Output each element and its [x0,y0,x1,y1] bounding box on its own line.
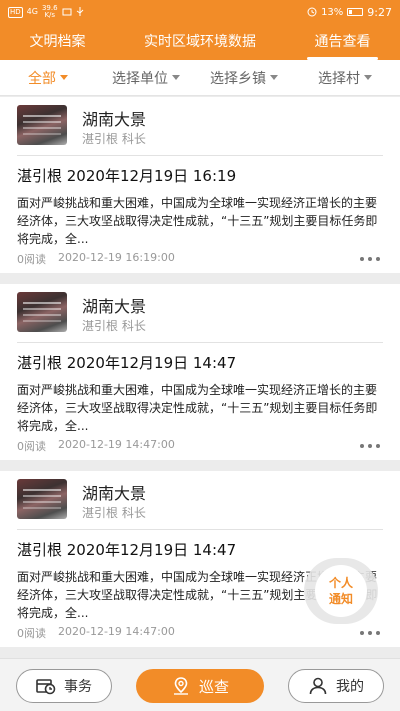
post-datetime: 2020-12-19 14:47:00 [58,438,175,451]
post-meta: 0阅读 2020-12-19 14:47:00 [17,625,175,641]
notice-card[interactable]: 湖南大景 湛引根 科长 湛引根 2020年12月19日 14:47 面对严峻挑战… [0,284,400,460]
post-author: 湛引根 科长 [82,132,146,146]
tab-archive[interactable]: 文明档案 [0,24,115,60]
chevron-down-icon [172,75,180,80]
read-count: 0阅读 [17,627,46,640]
divider [17,155,383,156]
filter-village[interactable]: 选择村 [318,68,372,88]
mine-button[interactable]: 我的 [288,669,384,703]
filter-village-label: 选择村 [318,70,360,87]
top-nav: 文明档案 实时区域环境数据 通告查看 [0,24,400,60]
post-title: 湛引根 2020年12月19日 14:47 [17,541,237,559]
personal-notice-line1: 个人 [328,576,353,590]
filter-town-label: 选择乡镇 [210,70,266,87]
post-body: 面对严峻挑战和重大困难，中国成为全球唯一实现经济正增长的主要经济体，三大攻坚战取… [17,383,378,433]
post-meta: 0阅读 2020-12-19 16:19:00 [17,251,175,267]
more-options-icon[interactable] [360,257,380,261]
filter-all[interactable]: 全部 [28,68,68,88]
filter-unit[interactable]: 选择单位 [112,68,180,88]
affairs-button[interactable]: 事务 [16,669,112,703]
clock: 9:27 [367,5,392,19]
patrol-button[interactable]: 巡查 [136,669,264,703]
calendar-clock-icon [36,679,56,695]
alarm-icon [307,7,317,17]
more-options-icon[interactable] [360,631,380,635]
post-org: 湖南大景 [82,484,147,503]
personal-notice-button[interactable]: 个人 通知 [304,558,378,624]
location-pin-icon [173,677,188,695]
network-speed: 39.6 K/s [42,5,58,19]
bottom-bar: 事务 巡查 我的 [0,658,400,711]
post-title: 湛引根 2020年12月19日 16:19 [17,167,237,185]
post-datetime: 2020-12-19 16:19:00 [58,251,175,264]
notification-icon [62,8,72,16]
mine-label: 我的 [336,679,364,695]
post-datetime: 2020-12-19 14:47:00 [58,625,175,638]
post-meta: 0阅读 2020-12-19 14:47:00 [17,438,175,454]
notice-card[interactable]: 湖南大景 湛引根 科长 湛引根 2020年12月19日 16:19 面对严峻挑战… [0,97,400,273]
post-author: 湛引根 科长 [82,319,146,333]
network-speed-unit: K/s [44,11,56,19]
tab-environment-data[interactable]: 实时区域环境数据 [115,24,285,60]
post-body: 面对严峻挑战和重大困难，中国成为全球唯一实现经济正增长的主要经济体，三大攻坚战取… [17,196,378,246]
filter-all-label: 全部 [28,70,56,87]
read-count: 0阅读 [17,253,46,266]
filter-town[interactable]: 选择乡镇 [210,68,278,88]
chevron-down-icon [364,75,372,80]
personal-notice-label: 个人 通知 [315,565,367,617]
chevron-down-icon [60,75,68,80]
affairs-label: 事务 [64,679,92,695]
network-indicator: 4G [26,7,38,16]
post-org: 湖南大景 [82,110,147,129]
chevron-down-icon [270,75,278,80]
divider [17,529,383,530]
divider [17,342,383,343]
user-icon [309,677,327,695]
post-thumbnail [17,292,67,332]
filter-bar: 全部 选择单位 选择乡镇 选择村 [0,60,400,96]
battery-percent: 13% [321,6,344,18]
read-count: 0阅读 [17,440,46,453]
status-bar: HD 4G 39.6 K/s 13% 9:27 [0,0,400,24]
usb-icon [76,7,83,16]
hd-badge: HD [8,6,23,18]
post-org: 湖南大景 [82,297,147,316]
post-author: 湛引根 科长 [82,506,146,520]
post-thumbnail [17,479,67,519]
more-options-icon[interactable] [360,444,380,448]
post-thumbnail [17,105,67,145]
tab-notices[interactable]: 通告查看 [285,24,400,60]
battery-icon [347,8,364,16]
patrol-label: 巡查 [198,677,229,696]
filter-unit-label: 选择单位 [112,70,168,87]
personal-notice-line2: 通知 [328,592,353,606]
post-title: 湛引根 2020年12月19日 14:47 [17,354,237,372]
